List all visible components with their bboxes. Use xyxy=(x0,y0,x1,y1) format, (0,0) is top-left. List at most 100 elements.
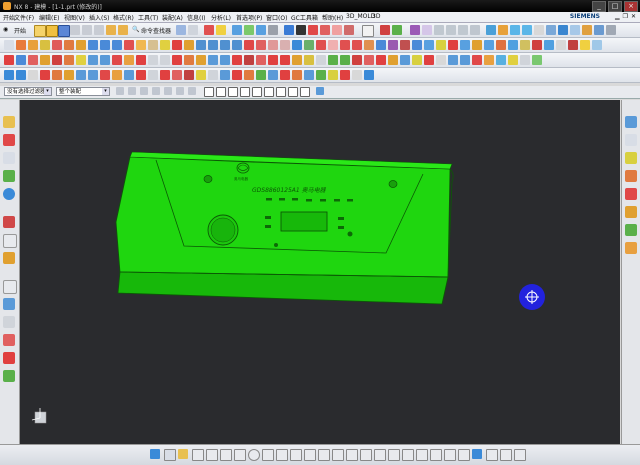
gc-print-icon[interactable] xyxy=(244,70,254,80)
label-chamfer-icon[interactable] xyxy=(400,55,410,65)
snap-point-icon[interactable] xyxy=(204,87,214,97)
assembly-navigator-icon[interactable] xyxy=(3,116,15,128)
process-studio-icon[interactable] xyxy=(3,252,15,264)
drafting-tools-icon[interactable] xyxy=(3,352,15,364)
through-curves-icon[interactable] xyxy=(376,40,386,50)
point-select-icon[interactable] xyxy=(188,87,196,95)
rotate-view-icon[interactable] xyxy=(256,25,266,35)
text-curve-icon[interactable] xyxy=(64,55,74,65)
view-isometric-icon[interactable] xyxy=(625,134,637,146)
measure-icon[interactable] xyxy=(392,25,402,35)
n-sided-icon[interactable] xyxy=(400,40,410,50)
pan-view-icon[interactable] xyxy=(268,25,278,35)
undo-icon[interactable] xyxy=(106,25,116,35)
wall-thickness-icon[interactable] xyxy=(592,40,602,50)
sketch-rectangle-icon[interactable] xyxy=(262,449,274,461)
gc-drafting-icon[interactable] xyxy=(52,70,62,80)
shaded-icon[interactable] xyxy=(284,25,294,35)
redo-icon[interactable] xyxy=(118,25,128,35)
view-bottom-icon[interactable] xyxy=(625,224,637,236)
subtract-icon[interactable] xyxy=(100,40,110,50)
delete-body-icon[interactable] xyxy=(496,55,506,65)
select-mode-icon[interactable] xyxy=(204,25,214,35)
sketch-dimension-icon[interactable] xyxy=(444,449,456,461)
gc-annotation-icon[interactable] xyxy=(28,70,38,80)
menu-format[interactable]: 格式(R) xyxy=(113,13,134,22)
gc-report-icon[interactable] xyxy=(256,70,266,80)
variable-blend-icon[interactable] xyxy=(520,40,530,50)
gc-gear-icon[interactable] xyxy=(64,70,74,80)
menu-preferences[interactable]: 首选项(P) xyxy=(236,13,262,22)
start-icon[interactable]: ◉ xyxy=(3,26,8,33)
reference-set-icon[interactable] xyxy=(470,25,480,35)
sketch-project-icon[interactable] xyxy=(402,449,414,461)
view-left-icon[interactable] xyxy=(625,242,637,254)
gc-thread-icon[interactable] xyxy=(124,70,134,80)
menu-tools[interactable]: 工具(T) xyxy=(138,13,158,22)
new-file-icon[interactable] xyxy=(34,25,46,37)
split-body-icon[interactable] xyxy=(184,40,194,50)
sketch-plane-icon[interactable] xyxy=(164,449,176,461)
edge-select-icon[interactable] xyxy=(164,87,172,95)
sketch-derived-icon[interactable] xyxy=(430,449,442,461)
revolve-icon[interactable] xyxy=(28,40,38,50)
gc-data-spec-icon[interactable] xyxy=(16,70,26,80)
bridge-curve-icon[interactable] xyxy=(28,55,38,65)
delete-face-icon[interactable] xyxy=(220,40,230,50)
rule-icon[interactable] xyxy=(496,40,506,50)
gc-table-icon[interactable] xyxy=(208,70,218,80)
open-file-icon[interactable] xyxy=(46,25,58,37)
reorder-blend-icon[interactable] xyxy=(196,55,206,65)
snap-icon[interactable] xyxy=(188,25,198,35)
thicken-icon[interactable] xyxy=(472,40,482,50)
gc-view-icon[interactable] xyxy=(172,70,182,80)
composite-curve-icon[interactable] xyxy=(40,55,50,65)
mirror-icon[interactable] xyxy=(256,40,266,50)
sketch-icon[interactable] xyxy=(4,40,14,50)
gc-clearance-icon[interactable] xyxy=(328,70,338,80)
display-mode-icon[interactable] xyxy=(216,25,226,35)
layer-icon[interactable] xyxy=(332,25,342,35)
sketch-polygon-icon[interactable] xyxy=(276,449,288,461)
sew-icon[interactable] xyxy=(424,40,434,50)
mold-base-icon[interactable] xyxy=(510,25,520,35)
menu-info[interactable]: 信息(I) xyxy=(187,13,205,22)
knowledge-fusion-icon[interactable] xyxy=(3,334,15,346)
move-region-icon[interactable] xyxy=(160,55,170,65)
enlarge-icon[interactable] xyxy=(484,40,494,50)
minimize-button[interactable]: _ xyxy=(592,1,606,12)
scope-combo[interactable]: 整个装配 ▾ xyxy=(56,87,110,96)
make-parallel-icon[interactable] xyxy=(292,55,302,65)
pocket-icon[interactable] xyxy=(64,40,74,50)
existing-point-snap-icon[interactable] xyxy=(288,87,298,97)
view-cube-icon[interactable] xyxy=(176,25,186,35)
gc-tag-icon[interactable] xyxy=(280,70,290,80)
feature-select-icon[interactable] xyxy=(128,87,136,95)
curve-tool-icon[interactable] xyxy=(4,55,14,65)
start-label[interactable]: 开始 xyxy=(14,26,26,35)
gc-batch-icon[interactable] xyxy=(268,70,278,80)
curve-edit-icon[interactable] xyxy=(16,55,26,65)
extract-icon[interactable] xyxy=(448,40,458,50)
menu-edit[interactable]: 编辑(E) xyxy=(39,13,59,22)
roles-icon[interactable] xyxy=(3,280,17,294)
doc-restore-icon[interactable]: ❐ xyxy=(623,13,628,20)
menu-file[interactable]: 文件(F) xyxy=(14,13,34,22)
mold-tools-icon[interactable] xyxy=(606,25,616,35)
view-right-icon[interactable] xyxy=(625,188,637,200)
zoom-icon[interactable] xyxy=(244,25,254,35)
snap-fit-icon[interactable] xyxy=(580,40,590,50)
sketch-fillet-icon[interactable] xyxy=(304,449,316,461)
midpoint-snap-icon[interactable] xyxy=(228,87,238,97)
cut-icon[interactable] xyxy=(70,25,80,35)
offset-curve-icon[interactable] xyxy=(364,40,374,50)
group-face-icon[interactable] xyxy=(352,55,362,65)
copy-icon[interactable] xyxy=(82,25,92,35)
trim-body-icon[interactable] xyxy=(172,40,182,50)
spline-icon[interactable] xyxy=(328,40,338,50)
sketch-trim-icon[interactable] xyxy=(346,449,358,461)
component-icon[interactable] xyxy=(422,25,432,35)
menu-assembly[interactable]: 装配(A) xyxy=(162,13,183,22)
gc-interference-icon[interactable] xyxy=(340,70,350,80)
history-icon[interactable] xyxy=(3,216,15,228)
